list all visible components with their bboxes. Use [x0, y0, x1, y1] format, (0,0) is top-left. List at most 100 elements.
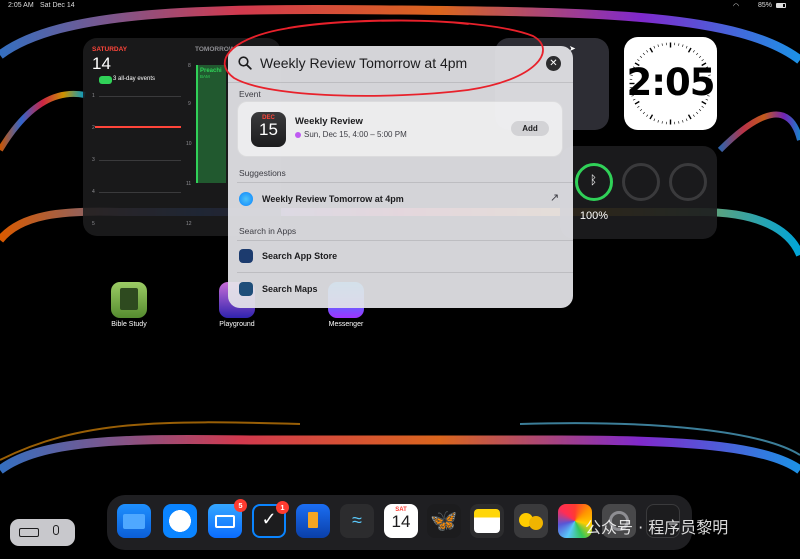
clock-tick [682, 44, 684, 47]
watermark: 公众号 · 程序员黎明 [585, 518, 729, 537]
hour-label: 10 [186, 141, 192, 147]
clock-tick [661, 121, 663, 124]
current-time-line [95, 126, 181, 128]
checkmark-icon: ✓ [261, 509, 277, 529]
search-in-apps-section-title: Search in Apps [239, 226, 297, 236]
clock-tick [692, 114, 695, 117]
clock-tick [642, 52, 645, 56]
status-date: Sat Dec 14 [40, 2, 75, 9]
clock-tick [685, 45, 688, 49]
battery-ring-device: ᛒ [575, 163, 613, 201]
playground-label: Playground [219, 321, 255, 328]
event-time: Sun, Dec 15, 4:00 – 5:00 PM [304, 130, 407, 139]
status-battery: 85% [758, 2, 773, 9]
clock-tick [698, 109, 702, 112]
calendar-dock-icon[interactable]: SAT 14 [384, 504, 418, 538]
all-day-events: 3 all-day events [113, 76, 156, 82]
battery-ring-empty [622, 163, 660, 201]
clock-tick [649, 47, 654, 53]
event-title: Weekly Review [295, 116, 363, 127]
clock-tick [685, 118, 688, 122]
keyboard-icon[interactable] [19, 528, 39, 537]
clock-tick [657, 120, 659, 123]
search-app-store-label: Search App Store [262, 251, 338, 261]
freeform-app-icon[interactable]: ≈ [340, 504, 374, 538]
suggestions-section-title: Suggestions [239, 168, 286, 178]
hour-label: 3 [92, 157, 95, 163]
calendar-today-date: 14 [92, 54, 111, 73]
hour-label: 4 [92, 189, 95, 195]
maps-icon [239, 282, 253, 296]
hour-line [99, 96, 181, 97]
safari-icon [239, 192, 253, 206]
mail-app-icon[interactable]: 5 [208, 499, 247, 538]
keynote-app-icon[interactable] [296, 504, 330, 538]
battery-icon [776, 3, 786, 8]
clock-tick [657, 44, 659, 47]
keyboard-accessory-pill[interactable] [10, 519, 75, 546]
clock-tick [698, 55, 702, 58]
calendar-today-label: SATURDAY [92, 46, 128, 53]
event-calendar-color-dot [295, 132, 301, 138]
event-day: 15 [259, 120, 278, 139]
mail-badge: 5 [234, 499, 247, 512]
clock-tick [696, 52, 699, 56]
clock-tick [649, 114, 654, 120]
divider [237, 272, 573, 273]
annotation-circle [223, 19, 544, 97]
hour-label: 9 [188, 101, 191, 107]
clock-tick [646, 50, 649, 53]
clock-tick [701, 105, 704, 108]
clock-tick [653, 118, 656, 122]
clock-tick [696, 111, 699, 115]
clear-search-button[interactable]: ✕ [546, 56, 561, 71]
clock-tick [639, 109, 643, 112]
clock-tick [637, 105, 640, 108]
messenger-label: Messenger [328, 321, 364, 328]
suggestion-label: Weekly Review Tomorrow at 4pm [262, 194, 404, 204]
calendar-app-icon: DEC 15 [251, 112, 286, 147]
hour-label: 1 [92, 93, 95, 99]
bible-study-label: Bible Study [111, 321, 147, 328]
files-app-icon[interactable] [117, 504, 151, 538]
clock-tick [692, 50, 695, 53]
microphone-icon[interactable] [53, 525, 59, 535]
clock-tick [661, 43, 663, 46]
search-maps-row[interactable]: Search Maps [228, 274, 573, 304]
bluetooth-icon: ᛒ [589, 173, 598, 187]
batteries-widget[interactable]: ᛒ 100% [560, 146, 717, 239]
clock-tick [682, 120, 684, 123]
dock-calendar-day: 14 [391, 512, 411, 531]
clock-widget[interactable]: 2:05 [624, 37, 717, 130]
wifi-icon: ◠ [733, 3, 740, 10]
clock-tick [678, 121, 680, 124]
app-store-icon [239, 249, 253, 263]
clock-tick [687, 114, 692, 120]
search-maps-label: Search Maps [262, 284, 318, 294]
hour-line [99, 192, 181, 193]
bible-study-app-icon[interactable] [111, 282, 147, 318]
battery-ring-empty [669, 163, 707, 201]
clock-tick [639, 55, 643, 58]
butterfly-app-icon[interactable]: 🦋 [427, 504, 461, 538]
coins-app-icon[interactable] [514, 504, 548, 538]
all-day-events-icon [99, 76, 112, 84]
suggestion-row[interactable]: Weekly Review Tomorrow at 4pm ↗ [228, 183, 573, 215]
hour-label: 11 [186, 181, 192, 187]
clock-tick [687, 47, 692, 53]
reminders-app-icon[interactable]: 1 ✓ [252, 501, 289, 538]
event-result-card[interactable]: DEC 15 Weekly Review Sun, Dec 15, 4:00 –… [237, 101, 563, 157]
search-app-store-row[interactable]: Search App Store [228, 241, 573, 271]
battery-level: 100% [579, 210, 609, 222]
clock-tick [678, 43, 680, 46]
hour-line [99, 160, 181, 161]
clock-tick [642, 111, 645, 115]
safari-app-icon[interactable] [163, 504, 197, 538]
notes-app-icon[interactable] [470, 504, 504, 538]
clock-tick [646, 114, 649, 117]
hour-label: 8 [188, 63, 191, 69]
hour-label: 12 [186, 221, 192, 227]
add-event-button[interactable]: Add [511, 121, 549, 136]
open-arrow-icon: ↗ [550, 192, 560, 204]
clock-tick [653, 45, 656, 49]
